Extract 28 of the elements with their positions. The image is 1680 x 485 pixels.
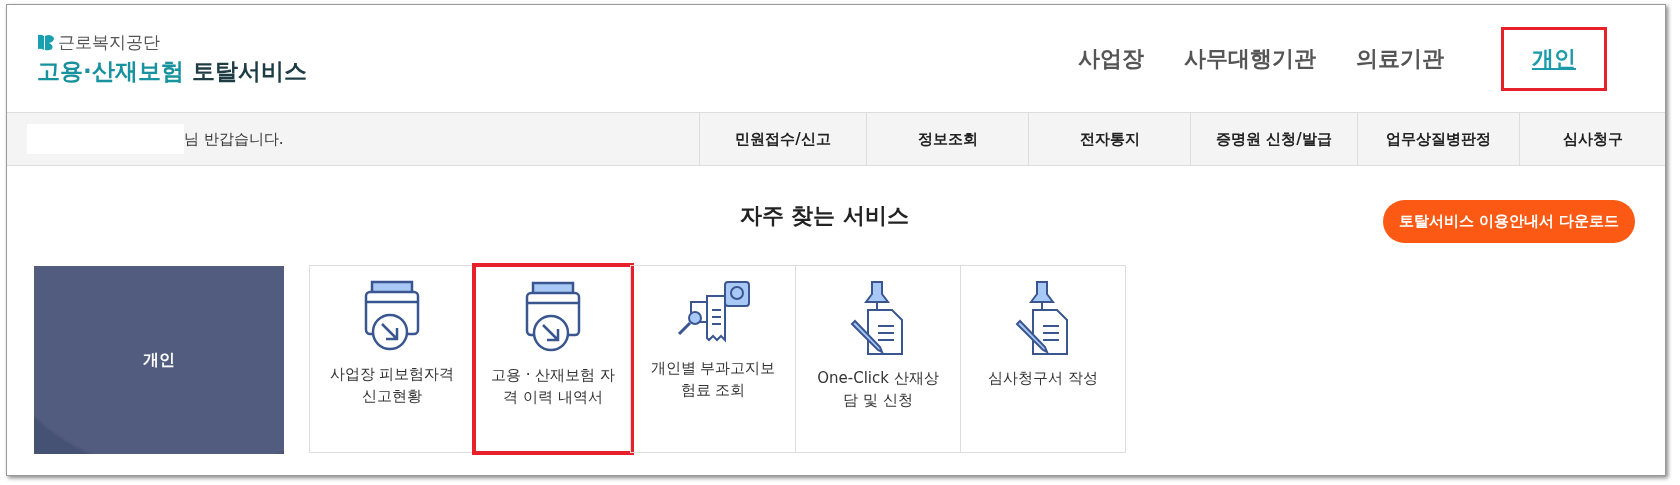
service-label: 사업장 피보험자격 신고현황 [328,364,456,407]
nav-tab[interactable]: 사업장 [1075,26,1147,91]
panel-label: 개인 [143,349,175,371]
menu-item[interactable]: 심사청구 [1519,113,1665,165]
menu-item[interactable]: 민원접수/신고 [699,113,866,165]
service-card[interactable]: One-Click 산재상담 및 신청 [795,265,961,453]
service-card[interactable]: 개인별 부과고지보험료 조회 [630,265,796,453]
logo-icon [37,33,55,51]
menu-item[interactable]: 전자통지 [1028,113,1190,165]
organization-name: 근로복지공단 [58,30,160,54]
nav-tab[interactable]: 의료기관 [1353,26,1447,91]
menu-item[interactable]: 증명원 신청/발급 [1190,113,1357,165]
service-label: 개인별 부과고지보험료 조회 [649,358,777,401]
service-label: 고용 · 산재보험 자격 이력 내역서 [489,365,617,408]
menu-item[interactable]: 업무상질병판정 [1357,113,1519,165]
section-title: 자주 찾는 서비스 [739,202,910,230]
service-card[interactable]: 심사청구서 작성 [960,265,1126,453]
nav-tab[interactable]: 사무대행기관 [1181,26,1319,91]
service-card[interactable]: 고용 · 산재보험 자격 이력 내역서 [472,263,634,455]
service-label: One-Click 산재상담 및 신청 [816,368,940,411]
download-tray-icon [523,281,583,353]
service-label: 심사청구서 작성 [987,368,1099,389]
service-title: 고용·산재보험 [37,56,184,86]
menu-item[interactable]: 정보조회 [866,113,1028,165]
greeting-text: 님 반갑습니다. [184,129,284,149]
service-card[interactable]: 사업장 피보험자격 신고현황 [309,265,475,453]
service-subtitle: 토탈서비스 [191,56,307,86]
download-tray-icon [362,280,422,352]
